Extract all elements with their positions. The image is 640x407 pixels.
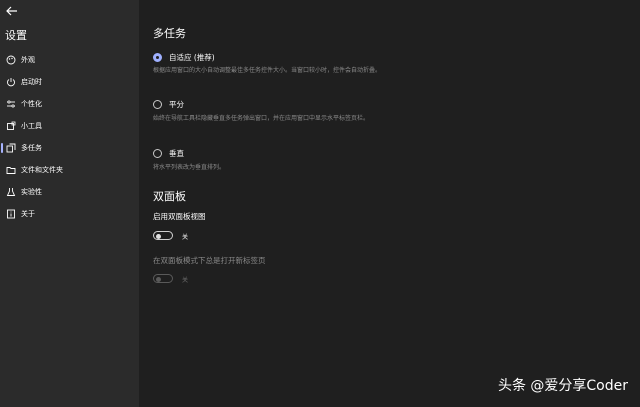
sidebar-item-label: 文件和文件夹 (21, 166, 63, 174)
radio-description: 始终在导航工具栏隐藏垂直多任务弹出窗口，并在应用窗口中显示水平标签页栏。 (153, 115, 370, 122)
sidebar-item-multitask[interactable]: 多任务 (0, 139, 139, 159)
enable-dualpane-toggle[interactable] (153, 231, 173, 240)
sidebar-item-label: 小工具 (21, 122, 42, 130)
radio-button[interactable] (153, 100, 162, 109)
puzzle-icon (7, 121, 16, 130)
sidebar-item-experimental[interactable]: 实验性 (0, 183, 139, 203)
radio-label: 平分 (169, 100, 184, 109)
sidebar-item-label: 启动时 (21, 78, 42, 86)
sidebar-item-label: 个性化 (21, 100, 42, 108)
sidebar-item-widgets[interactable]: 小工具 (0, 117, 139, 137)
toggle-knob (156, 276, 161, 282)
app-window: 设置 外观 启动时 个性化 小工具 多任务 文件和文件夹 实验性 关于 多任务 … (0, 0, 640, 407)
sidebar-item-label: 关于 (21, 210, 35, 218)
sidebar-title: 设置 (5, 29, 27, 42)
radio-description: 将水平列表改为垂直排列。 (153, 164, 226, 171)
sidebar-item-about[interactable]: 关于 (0, 205, 139, 225)
watermark: 头条 @爱分享Coder (497, 378, 628, 394)
sidebar-item-personalize[interactable]: 个性化 (0, 95, 139, 115)
new-tab-dualpane-label: 在双面板模式下总是打开新标签页 (153, 256, 266, 265)
sidebar-item-appearance[interactable]: 外观 (0, 51, 139, 71)
multitask-icon (6, 143, 16, 153)
new-tab-dualpane-toggle[interactable] (153, 274, 173, 283)
toggle-state-label: 关 (182, 234, 189, 241)
toggle-knob (156, 233, 161, 239)
back-arrow-icon[interactable] (4, 3, 20, 19)
sidebar-item-label: 外观 (21, 56, 35, 64)
toggle-state-label: 关 (182, 277, 189, 284)
radio-button[interactable] (153, 149, 162, 158)
radio-label: 自适应 (推荐) (169, 53, 215, 62)
folder-icon (6, 167, 16, 174)
sidebar-item-label: 实验性 (21, 188, 42, 196)
active-indicator (1, 143, 3, 153)
flask-icon (6, 188, 16, 196)
radio-button-checked[interactable] (153, 53, 162, 62)
sidebar-item-files-folders[interactable]: 文件和文件夹 (0, 161, 139, 181)
radio-label: 垂直 (169, 149, 184, 158)
main-content: 多任务 自适应 (推荐) 根据应用窗口的大小自动调整最佳多任务控件大小。当窗口较… (139, 0, 640, 407)
enable-dualpane-label: 启用双面板视图 (153, 212, 206, 221)
sidebar-item-startup[interactable]: 启动时 (0, 73, 139, 93)
sliders-icon (7, 100, 15, 108)
info-icon (7, 209, 15, 219)
radio-description: 根据应用窗口的大小自动调整最佳多任务控件大小。当窗口较小时，控件会自动折叠。 (153, 67, 382, 74)
sidebar-item-label: 多任务 (21, 144, 42, 152)
palette-icon (6, 55, 16, 65)
power-icon (7, 78, 15, 87)
multitask-section-title: 多任务 (153, 27, 186, 40)
dualpane-section-title: 双面板 (153, 190, 186, 203)
sidebar: 设置 外观 启动时 个性化 小工具 多任务 文件和文件夹 实验性 关于 (0, 0, 139, 407)
